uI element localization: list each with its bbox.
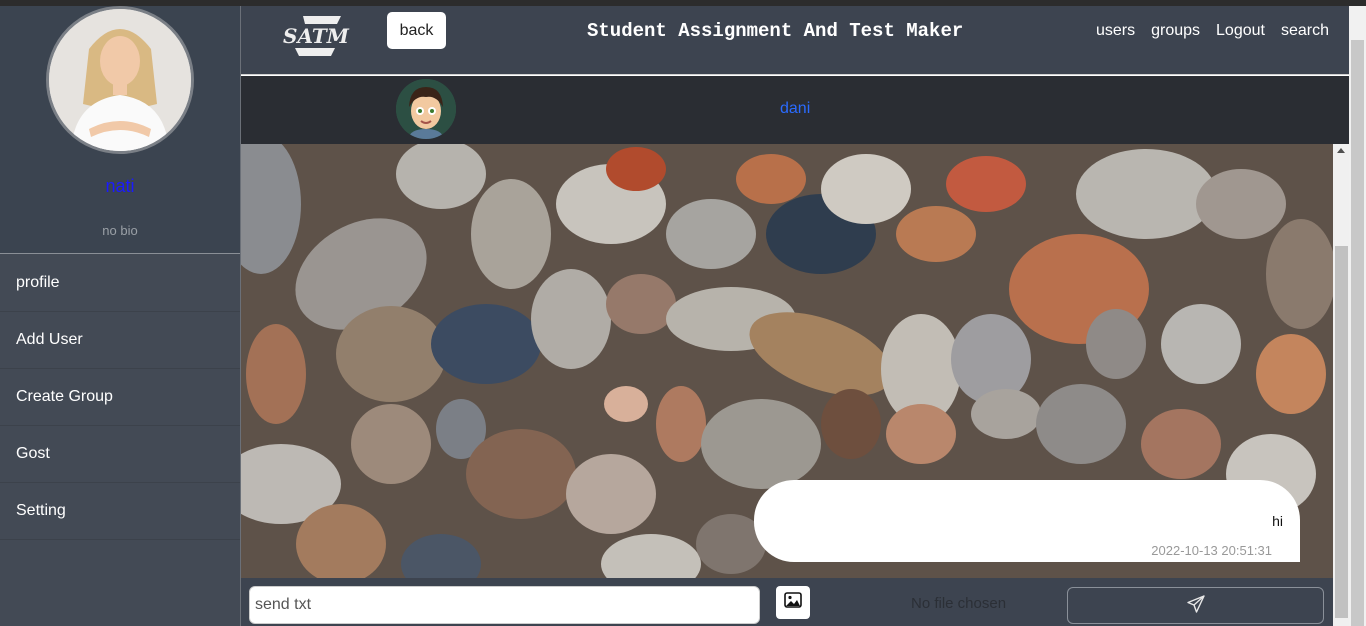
send-button[interactable] <box>1067 587 1324 624</box>
nav-groups[interactable]: groups <box>1151 22 1200 40</box>
attach-image-button[interactable] <box>776 586 810 619</box>
sidebar-menu: profile Add User Create Group Gost Setti… <box>0 255 240 540</box>
nav-logout[interactable]: Logout <box>1216 22 1265 40</box>
sidebar-item-add-user[interactable]: Add User <box>0 312 240 369</box>
profile-panel: nati no bio <box>0 6 240 254</box>
nav-search[interactable]: search <box>1281 22 1329 40</box>
message-timestamp: 2022-10-13 20:51:31 <box>1151 543 1272 558</box>
page-scrollbar[interactable] <box>1349 6 1366 626</box>
message-text: hi <box>1272 513 1283 529</box>
sidebar: nati no bio profile Add User Create Grou… <box>0 6 241 626</box>
top-nav: users groups Logout search <box>1096 22 1329 40</box>
message-bubble[interactable]: hi 2022-10-13 20:51:31 <box>754 480 1300 562</box>
sidebar-item-create-group[interactable]: Create Group <box>0 369 240 426</box>
chat-scroll-thumb[interactable] <box>1335 246 1348 618</box>
back-button[interactable]: back <box>387 12 446 49</box>
sidebar-item-setting[interactable]: Setting <box>0 483 240 540</box>
contact-avatar[interactable] <box>396 79 456 139</box>
sidebar-item-profile[interactable]: profile <box>0 255 240 312</box>
chat-header: dani <box>241 76 1349 144</box>
message-input[interactable] <box>249 586 760 624</box>
nav-users[interactable]: users <box>1096 22 1135 40</box>
profile-name[interactable]: nati <box>0 176 240 197</box>
chat-messages-area[interactable]: hi 2022-10-13 20:51:31 <box>241 144 1333 578</box>
app-title: Student Assignment And Test Maker <box>587 20 964 42</box>
file-chosen-status: No file chosen <box>911 595 1007 612</box>
profile-bio: no bio <box>102 223 138 238</box>
page-scroll-thumb[interactable] <box>1351 40 1364 626</box>
image-icon <box>784 592 802 613</box>
scroll-up-arrow-icon[interactable] <box>1337 148 1345 153</box>
sidebar-item-gost[interactable]: Gost <box>0 426 240 483</box>
chat-scrollbar[interactable] <box>1333 144 1350 626</box>
send-icon <box>1186 595 1205 616</box>
user-avatar[interactable] <box>46 6 194 154</box>
svg-text:SATM: SATM <box>283 24 350 48</box>
message-composer: No file chosen <box>241 578 1333 626</box>
satm-logo-icon[interactable]: SATM <box>281 12 353 58</box>
top-header: SATM back Student Assignment And Test Ma… <box>241 6 1349 75</box>
contact-name[interactable]: dani <box>780 100 810 118</box>
